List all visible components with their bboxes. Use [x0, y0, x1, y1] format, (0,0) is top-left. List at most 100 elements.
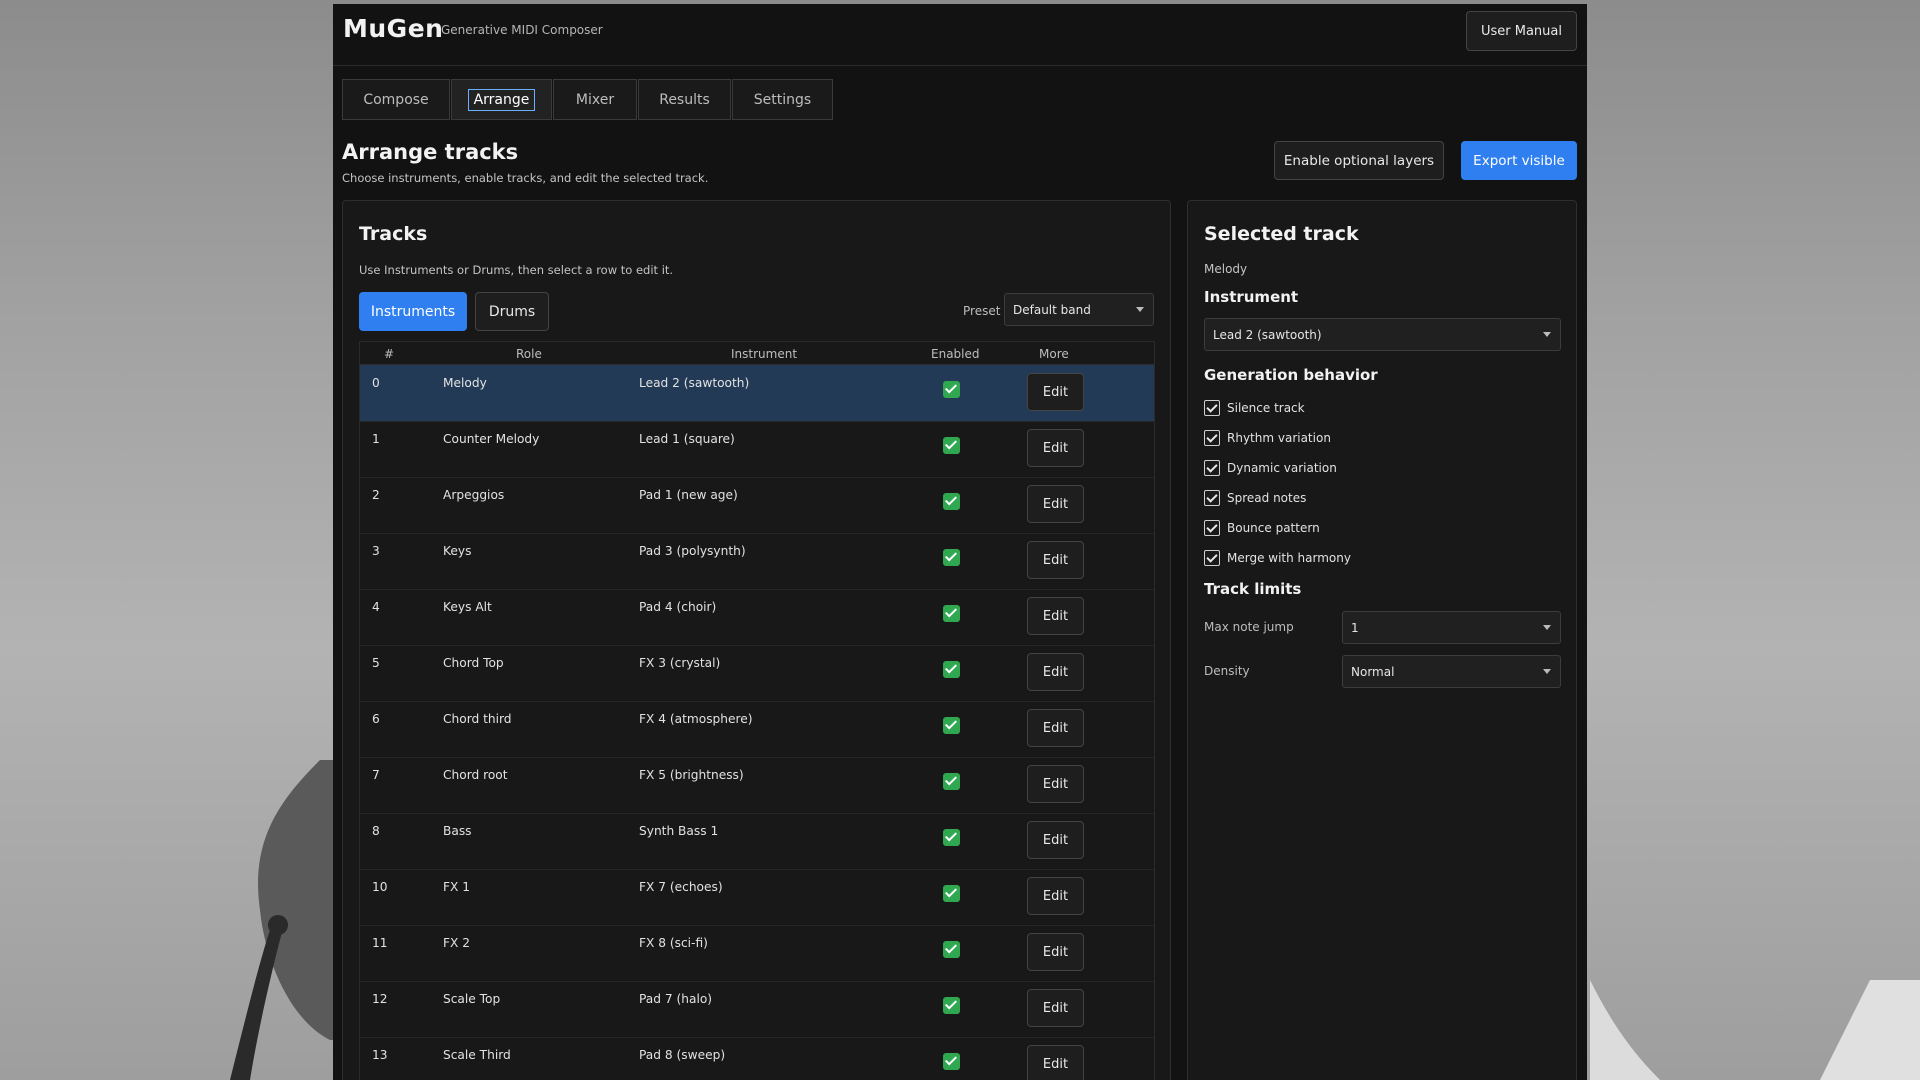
edit-button[interactable]: Edit: [1027, 821, 1084, 859]
table-row[interactable]: 0 Melody Lead 2 (sawtooth) Edit: [360, 365, 1154, 422]
table-row[interactable]: 1 Counter Melody Lead 1 (square) Edit: [360, 421, 1154, 478]
table-row[interactable]: 6 Chord third FX 4 (atmosphere) Edit: [360, 701, 1154, 758]
row-number: 0: [372, 376, 380, 390]
app-name: MuGen: [343, 14, 444, 43]
behavior-option[interactable]: Dynamic variation: [1204, 459, 1337, 477]
edit-button[interactable]: Edit: [1027, 765, 1084, 803]
behavior-label: Silence track: [1227, 401, 1305, 415]
enabled-checkbox[interactable]: [943, 549, 960, 566]
edit-button[interactable]: Edit: [1027, 989, 1084, 1027]
table-row[interactable]: 8 Bass Synth Bass 1 Edit: [360, 813, 1154, 870]
table-row[interactable]: 5 Chord Top FX 3 (crystal) Edit: [360, 645, 1154, 702]
enabled-checkbox[interactable]: [943, 829, 960, 846]
table-row[interactable]: 10 FX 1 FX 7 (echoes) Edit: [360, 869, 1154, 926]
edit-button[interactable]: Edit: [1027, 709, 1084, 747]
table-row[interactable]: 2 Arpeggios Pad 1 (new age) Edit: [360, 477, 1154, 534]
enabled-checkbox[interactable]: [943, 381, 960, 398]
edit-button[interactable]: Edit: [1027, 541, 1084, 579]
edit-button[interactable]: Edit: [1027, 597, 1084, 635]
enabled-checkbox[interactable]: [943, 661, 960, 678]
guitar-photo-decoration: [230, 760, 340, 1080]
page-title: Arrange tracks: [342, 140, 519, 164]
tab-compose[interactable]: Compose: [342, 79, 450, 120]
table-row[interactable]: 7 Chord root FX 5 (brightness) Edit: [360, 757, 1154, 814]
row-role: Chord root: [443, 768, 508, 782]
enabled-checkbox[interactable]: [943, 437, 960, 454]
checkbox-icon[interactable]: [1204, 490, 1220, 506]
row-instrument: Lead 2 (sawtooth): [639, 376, 750, 390]
preset-select[interactable]: Default band: [1004, 293, 1154, 326]
checkbox-icon[interactable]: [1204, 550, 1220, 566]
row-instrument: Synth Bass 1: [639, 824, 719, 838]
edit-button[interactable]: Edit: [1027, 1045, 1084, 1080]
table-row[interactable]: 13 Scale Third Pad 8 (sweep) Edit: [360, 1037, 1154, 1080]
edit-button[interactable]: Edit: [1027, 429, 1084, 467]
edit-button[interactable]: Edit: [1027, 485, 1084, 523]
behavior-option[interactable]: Merge with harmony: [1204, 549, 1351, 567]
max-note-jump-select[interactable]: 1: [1342, 611, 1561, 644]
checkbox-icon[interactable]: [1204, 400, 1220, 416]
chevron-down-icon: [1543, 668, 1551, 674]
selected-track-title: Selected track: [1204, 223, 1359, 245]
row-number: 11: [372, 936, 388, 950]
col-role: Role: [516, 347, 542, 361]
instrument-select[interactable]: Lead 2 (sawtooth): [1204, 318, 1561, 351]
row-number: 6: [372, 712, 380, 726]
row-role: Chord third: [443, 712, 512, 726]
enable-optional-layers-button[interactable]: Enable optional layers: [1274, 141, 1444, 180]
edit-button[interactable]: Edit: [1027, 373, 1084, 411]
table-row[interactable]: 3 Keys Pad 3 (polysynth) Edit: [360, 533, 1154, 590]
behavior-label: Bounce pattern: [1227, 521, 1320, 535]
density-label: Density: [1204, 664, 1250, 678]
row-role: Scale Top: [443, 992, 501, 1006]
drums-toggle[interactable]: Drums: [475, 292, 549, 331]
row-role: Melody: [443, 376, 487, 390]
tab-settings[interactable]: Settings: [732, 79, 833, 120]
checkbox-icon[interactable]: [1204, 520, 1220, 536]
table-row[interactable]: 11 FX 2 FX 8 (sci-fi) Edit: [360, 925, 1154, 982]
edit-button[interactable]: Edit: [1027, 877, 1084, 915]
export-visible-button[interactable]: Export visible: [1461, 141, 1577, 180]
tab-arrange[interactable]: Arrange: [451, 79, 552, 120]
row-number: 8: [372, 824, 380, 838]
chevron-down-icon: [1543, 624, 1551, 630]
enabled-checkbox[interactable]: [943, 1053, 960, 1070]
checkbox-icon[interactable]: [1204, 460, 1220, 476]
row-number: 1: [372, 432, 380, 446]
enabled-checkbox[interactable]: [943, 605, 960, 622]
instruments-toggle[interactable]: Instruments: [359, 292, 467, 331]
edit-button[interactable]: Edit: [1027, 653, 1084, 691]
background-photo-decoration: [1590, 980, 1920, 1080]
behavior-option[interactable]: Silence track: [1204, 399, 1305, 417]
edit-button[interactable]: Edit: [1027, 933, 1084, 971]
behavior-option[interactable]: Bounce pattern: [1204, 519, 1320, 537]
checkbox-icon[interactable]: [1204, 430, 1220, 446]
table-row[interactable]: 12 Scale Top Pad 7 (halo) Edit: [360, 981, 1154, 1038]
row-instrument: Pad 4 (choir): [639, 600, 717, 614]
col-num: #: [384, 347, 395, 361]
enabled-checkbox[interactable]: [943, 773, 960, 790]
tab-mixer[interactable]: Mixer: [553, 79, 637, 120]
row-role: FX 2: [443, 936, 470, 950]
density-select[interactable]: Normal: [1342, 655, 1561, 688]
enabled-checkbox[interactable]: [943, 941, 960, 958]
behavior-label: Merge with harmony: [1227, 551, 1351, 565]
row-role: Counter Melody: [443, 432, 540, 446]
tracks-note: Use Instruments or Drums, then select a …: [359, 263, 674, 277]
user-manual-button[interactable]: User Manual: [1466, 11, 1577, 51]
behavior-option[interactable]: Spread notes: [1204, 489, 1306, 507]
tab-results[interactable]: Results: [638, 79, 731, 120]
row-role: Scale Third: [443, 1048, 511, 1062]
row-instrument: Pad 1 (new age): [639, 488, 738, 502]
row-role: Keys Alt: [443, 600, 492, 614]
behavior-option[interactable]: Rhythm variation: [1204, 429, 1331, 447]
enabled-checkbox[interactable]: [943, 717, 960, 734]
table-row[interactable]: 4 Keys Alt Pad 4 (choir) Edit: [360, 589, 1154, 646]
enabled-checkbox[interactable]: [943, 885, 960, 902]
behavior-label: Rhythm variation: [1227, 431, 1331, 445]
selected-track-name: Melody: [1204, 262, 1248, 276]
enabled-checkbox[interactable]: [943, 493, 960, 510]
row-role: FX 1: [443, 880, 470, 894]
max-note-jump-label: Max note jump: [1204, 620, 1294, 634]
enabled-checkbox[interactable]: [943, 997, 960, 1014]
